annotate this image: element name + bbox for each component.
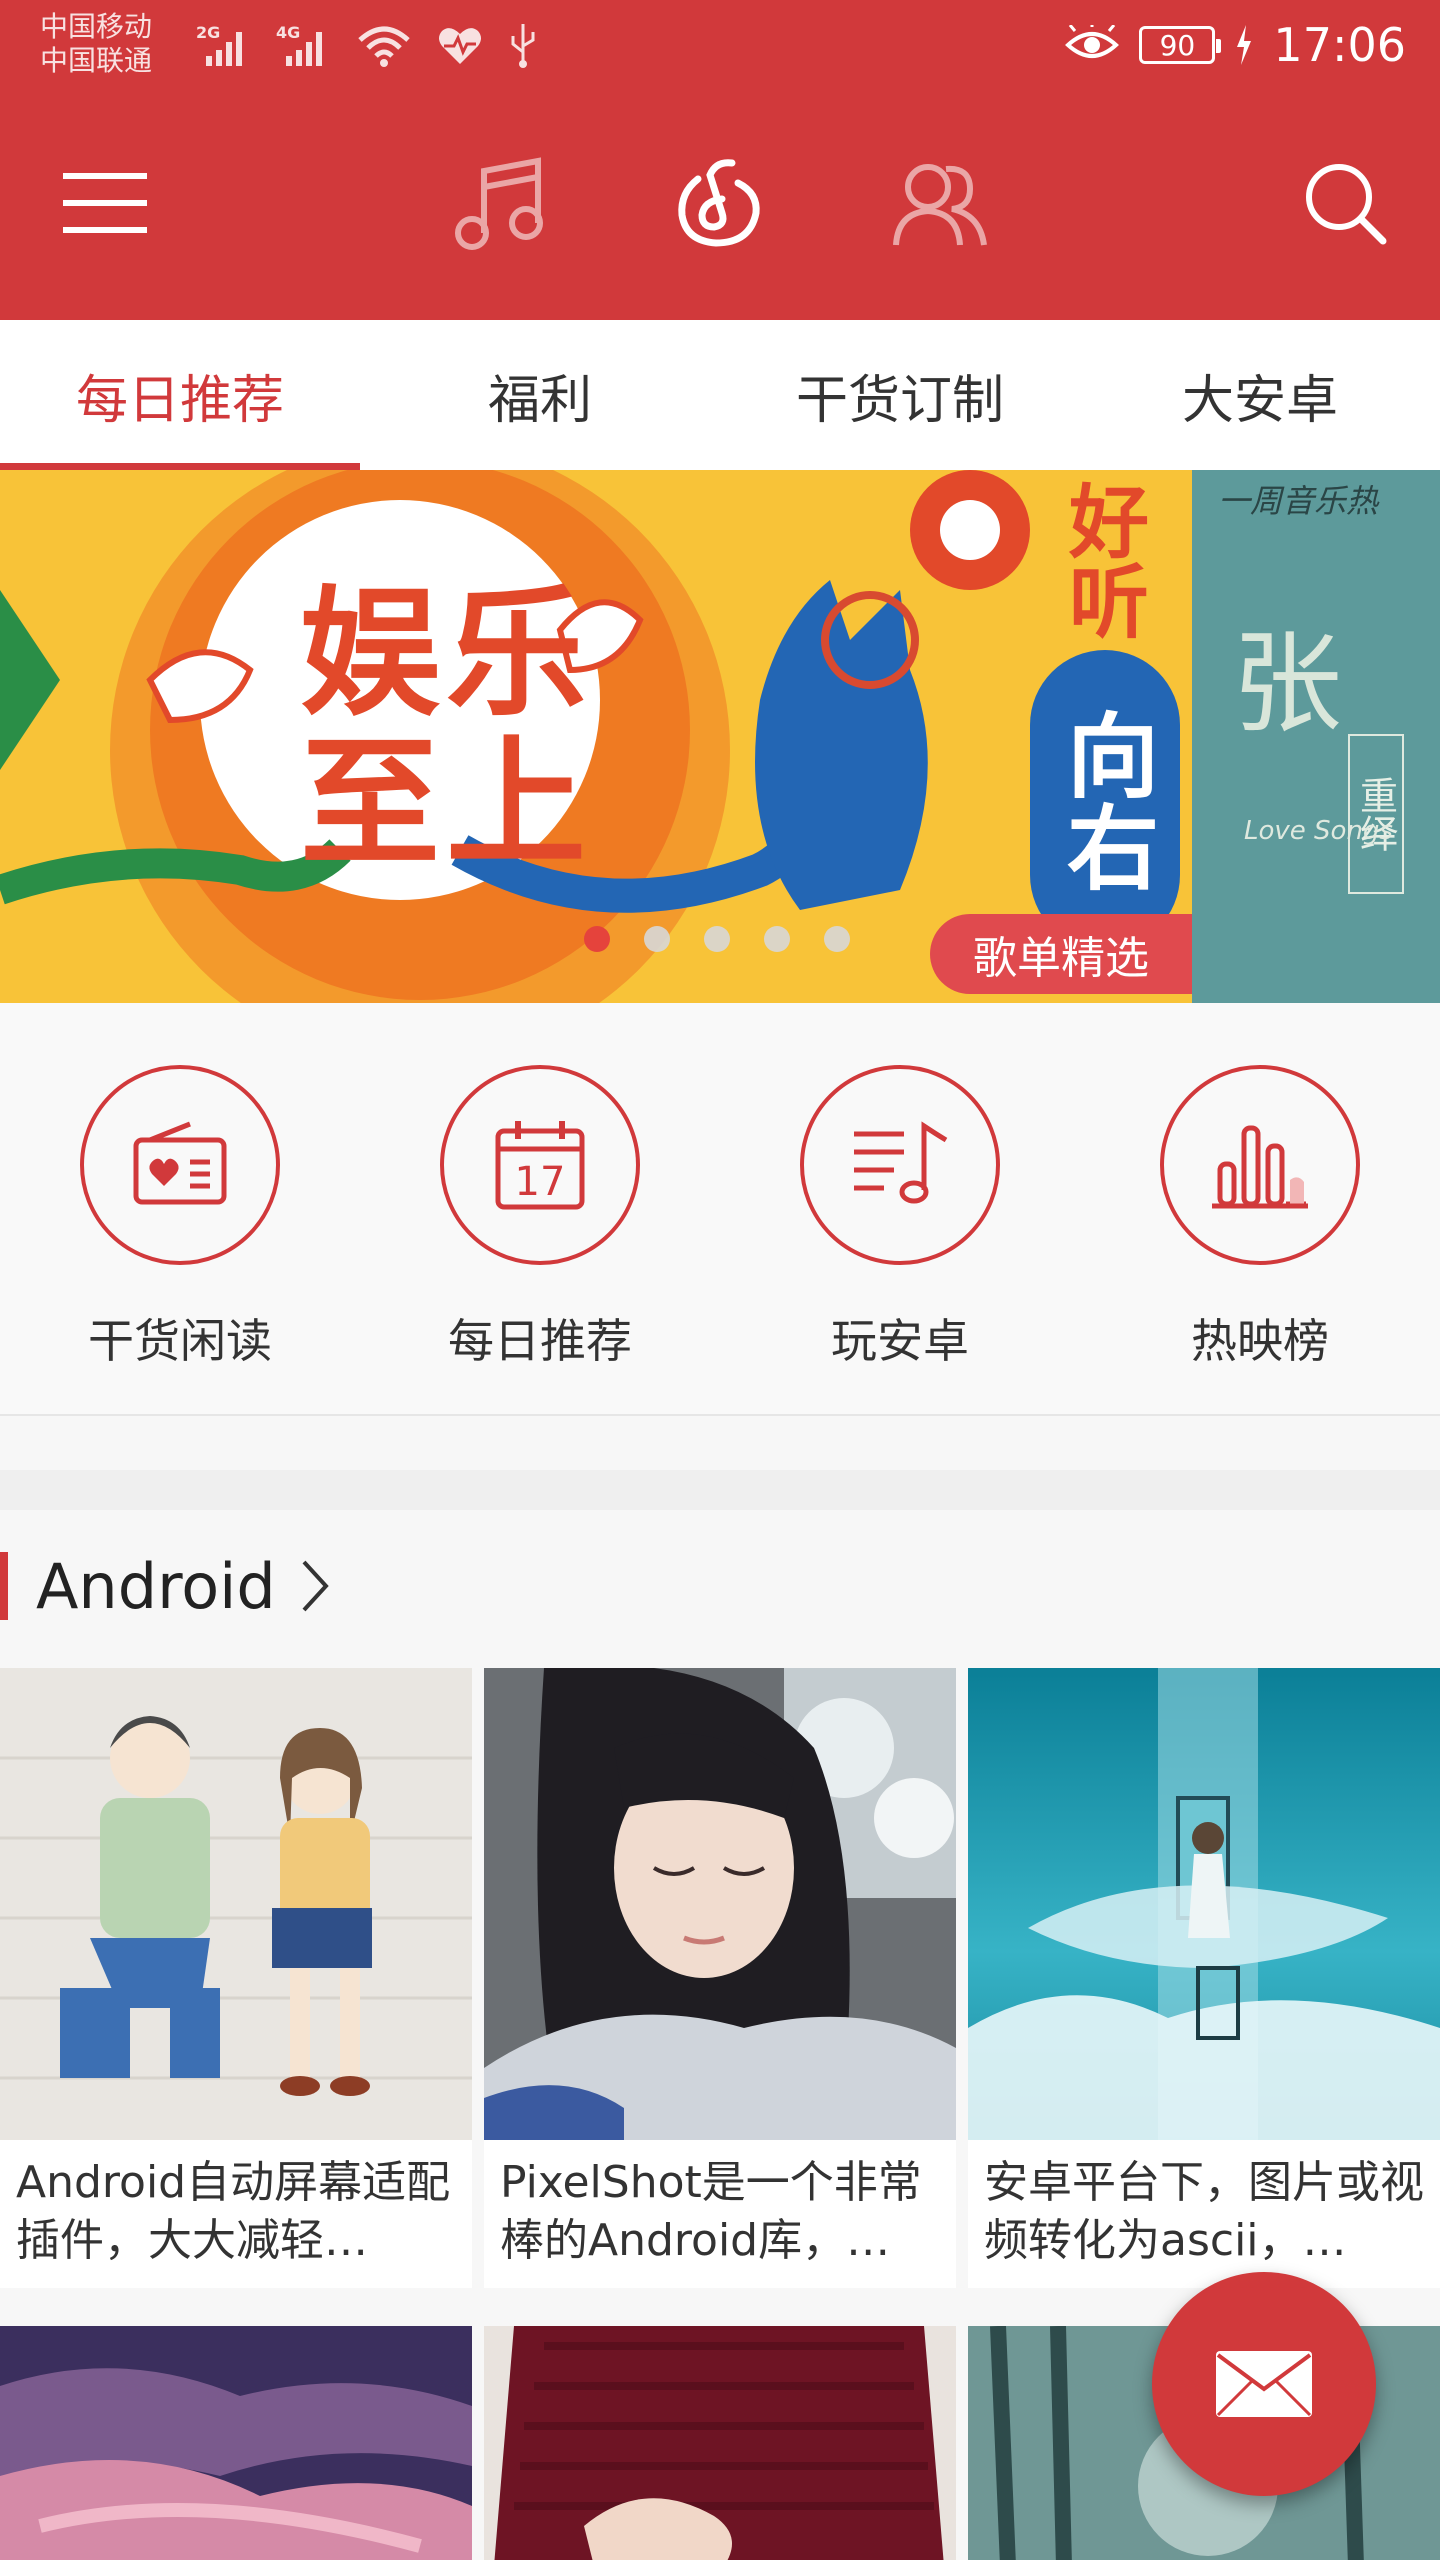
- banner-badge: 向右: [1030, 650, 1180, 950]
- friends-icon: [893, 164, 987, 246]
- quick-entry-circle: [80, 1065, 280, 1265]
- banner-side-text: 好听: [1056, 480, 1149, 640]
- quick-entry-label: 干货闲读: [88, 1314, 272, 1368]
- charging-icon: [1237, 25, 1252, 65]
- next-slide-script: Love Songs: [1244, 816, 1393, 846]
- article-card[interactable]: PixelShot是一个非常棒的Android库，…: [484, 1668, 956, 2288]
- toolbar: [0, 96, 1440, 320]
- carousel-dot[interactable]: [764, 926, 790, 952]
- banner-hero-line-2: 至上: [300, 723, 593, 886]
- card-title: 安卓平台下，图片或视频转化为ascii，…: [984, 2157, 1424, 2266]
- health-heart-icon: [439, 28, 481, 65]
- red-sweater-photo: [484, 2326, 956, 2560]
- quick-entry-label: 热映榜: [1191, 1314, 1329, 1368]
- status-right: 90 17:06: [1065, 18, 1406, 72]
- battery-indicator: 90: [1139, 26, 1222, 64]
- signal-4g-icon: 4G: [276, 23, 322, 66]
- status-bar: 中国移动 中国联通 2G 4G 90 17:06: [0, 0, 1440, 96]
- net-1-label: 2G: [196, 23, 220, 42]
- carousel-dots: [584, 926, 850, 952]
- calendar-icon: 17: [495, 1121, 585, 1210]
- card-title: Android自动屏幕适配插件，大大减轻…: [16, 2157, 451, 2266]
- music-tab-button[interactable]: [445, 148, 555, 258]
- carrier-1: 中国移动: [40, 10, 153, 43]
- girl-portrait-photo: [484, 1668, 956, 2140]
- quick-entry-circle: 17: [440, 1065, 640, 1265]
- quick-entry-hot-movies[interactable]: 热映榜: [1140, 1065, 1380, 1385]
- menu-icon: [63, 173, 147, 233]
- category-tabs: 每日推荐 福利 干货订制 大安卓: [0, 320, 1440, 470]
- tab-android[interactable]: 大安卓: [1080, 320, 1440, 470]
- calendar-day: 17: [515, 1159, 566, 1205]
- quick-entry-label: 每日推荐: [448, 1314, 632, 1368]
- anime-couple-illustration: [0, 1668, 472, 2140]
- banner-slide-next[interactable]: 一周音乐热 张 信 重绎 Love Songs: [1192, 470, 1440, 1003]
- search-icon: [1306, 164, 1387, 245]
- article-card[interactable]: 安卓平台下，图片或视频转化为ascii，…: [968, 1668, 1440, 2288]
- section-header-android[interactable]: Android: [0, 1549, 330, 1623]
- netease-music-icon: [678, 159, 760, 247]
- music-note-icon: [455, 157, 543, 250]
- radio-heart-icon: [133, 1121, 227, 1205]
- bar-chart-icon: [1212, 1125, 1308, 1209]
- quick-entry-circle: [1160, 1065, 1360, 1265]
- quick-entry-circle: [800, 1065, 1000, 1265]
- friends-tab-button[interactable]: [885, 148, 995, 258]
- search-button[interactable]: [1290, 148, 1400, 258]
- card-title: PixelShot是一个非常棒的Android库，…: [500, 2157, 922, 2266]
- chevron-right-icon: [302, 1560, 329, 1612]
- quick-entry-label: 玩安卓: [831, 1314, 969, 1368]
- signal-indicators: 2G 4G: [196, 22, 538, 68]
- carrier-2: 中国联通: [40, 44, 153, 77]
- quick-entries: 干货闲读 17 每日推荐 玩安卓 热映榜: [0, 1003, 1440, 1416]
- quick-entry-reading[interactable]: 干货闲读: [60, 1065, 300, 1385]
- card-image: [968, 1668, 1440, 2140]
- article-card[interactable]: [484, 2326, 956, 2560]
- app-header: 中国移动 中国联通 2G 4G 90 17:06: [0, 0, 1440, 320]
- eye-comfort-icon: [1065, 25, 1120, 58]
- carousel-dot[interactable]: [704, 926, 730, 952]
- carrier-info: 中国移动 中国联通: [40, 10, 152, 78]
- quick-entry-daily[interactable]: 17 每日推荐: [420, 1065, 660, 1385]
- carousel-dot[interactable]: [644, 926, 670, 952]
- playlist-label: 歌单精选: [930, 914, 1192, 994]
- usb-icon: [511, 24, 535, 68]
- section-divider: [0, 1470, 1440, 1510]
- battery-level: 90: [1159, 28, 1196, 62]
- section-accent-bar: [0, 1552, 8, 1620]
- tab-daily-recommend[interactable]: 每日推荐: [0, 320, 360, 470]
- wifi-icon: [358, 26, 410, 67]
- banner-hero-line-1: 娱乐: [300, 573, 593, 736]
- underwater-whale-art: [968, 1668, 1440, 2140]
- discover-tab-button[interactable]: [665, 148, 775, 258]
- sunset-clouds-art: [0, 2326, 472, 2560]
- banner-carousel[interactable]: 娱乐 至上 好听 向右 歌单精选 一周音乐热 张 信 重绎 Love Songs: [0, 470, 1440, 1003]
- banner-slide-current[interactable]: 娱乐 至上 好听 向右 歌单精选: [0, 470, 1192, 1003]
- article-card[interactable]: [0, 2326, 472, 2560]
- tab-welfare[interactable]: 福利: [360, 320, 720, 470]
- mail-icon: [1216, 2351, 1312, 2417]
- banner-hero-text: 娱乐 至上: [300, 580, 592, 880]
- compose-fab[interactable]: [1152, 2272, 1376, 2496]
- article-card[interactable]: Android自动屏幕适配插件，大大减轻…: [0, 1668, 472, 2288]
- net-2-label: 4G: [276, 23, 300, 42]
- next-slide-title: 一周音乐热: [1218, 482, 1379, 520]
- card-image: [0, 1668, 472, 2140]
- playlist-icon: [854, 1121, 948, 1204]
- next-slide-name: 张 信: [1232, 620, 1440, 748]
- carousel-dot[interactable]: [824, 926, 850, 952]
- signal-2g-icon: 2G: [196, 23, 242, 66]
- quick-entry-android[interactable]: 玩安卓: [780, 1065, 1020, 1385]
- carousel-dot[interactable]: [584, 926, 610, 952]
- menu-button[interactable]: [50, 148, 160, 258]
- tab-custom-goods[interactable]: 干货订制: [720, 320, 1080, 470]
- clock: 17:06: [1273, 18, 1406, 72]
- next-slide-tag: 重绎: [1348, 734, 1404, 894]
- card-image: [484, 1668, 956, 2140]
- section-title: Android: [36, 1549, 276, 1623]
